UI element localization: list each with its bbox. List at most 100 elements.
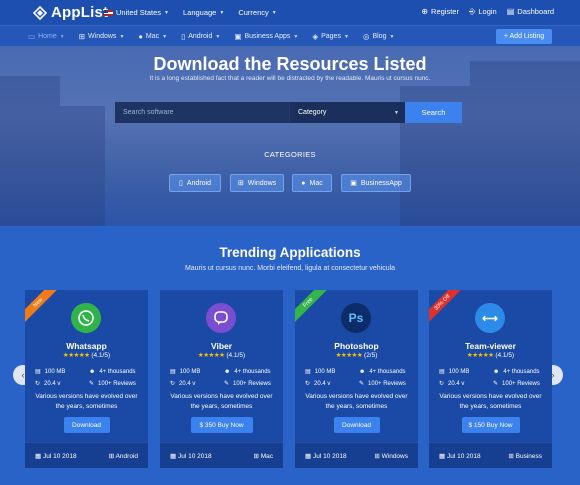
trending-subtitle: Mauris ut cursus nunc. Morbi eleifend, l… (184, 265, 396, 272)
disk-icon: ▤ (170, 369, 176, 375)
comment-icon: ✎ (359, 381, 365, 387)
apple-icon: ⊞ (253, 452, 259, 460)
reviews: ✎ 100+ Reviews (359, 380, 413, 388)
brand-name: AppList (51, 4, 109, 21)
search-button[interactable]: Search (405, 102, 462, 123)
viber-icon (206, 303, 236, 333)
app-name: Photoshop (334, 341, 379, 351)
users-count: ☻ 4+ thousands (493, 368, 547, 375)
category-label: Android (186, 179, 211, 187)
android-icon: ▯ (181, 32, 186, 41)
category-label: BusinessApp (360, 179, 402, 187)
nav-item-home[interactable]: ▭ Home ▼ (28, 32, 65, 41)
version-value: 20.4 v (179, 380, 196, 387)
category-android-button[interactable]: ▯ Android (169, 174, 221, 192)
category-mac-button[interactable]: ● Mac (292, 174, 332, 192)
nav-label: Android (188, 33, 213, 40)
reviews-value: 100+ Reviews (98, 380, 136, 387)
top-bar: AppList United States ▼ Language ▼ Curre… (0, 0, 580, 25)
category-windows-button[interactable]: ⊞ Windows (230, 174, 284, 192)
meta-row: ▤ 100 MB ☻ 4+ thousands (305, 368, 413, 376)
nav-item-android[interactable]: ▯ Android ▼ (181, 32, 220, 41)
release-date: ▦ Jul 10 2018 (305, 452, 347, 460)
app-rating: ★★★★★ (4.1/5) (160, 351, 283, 359)
nav-item-windows[interactable]: ⊞ Windows ▼ (79, 32, 125, 41)
currency-dropdown[interactable]: Currency ▼ (238, 8, 276, 17)
rating-value: (4.1/5) (495, 352, 515, 359)
app-name: Team-viewer (465, 341, 516, 351)
app-rating: ★★★★★ (4.1/5) (429, 351, 552, 359)
reviews: ✎ 100+ Reviews (493, 380, 547, 388)
comment-icon: ✎ (89, 381, 95, 387)
categories-title: CATEGORIES (264, 150, 316, 159)
category-businessapp-button[interactable]: ▣ BusinessApp (341, 174, 411, 192)
app-card[interactable]: 30% Off ⟷ Team-viewer ★★★★★ (4.1/5) ▤ 100… (429, 290, 552, 468)
windows-icon: ⊞ (374, 452, 380, 460)
rating-value: (4.1/5) (226, 352, 246, 359)
refresh-icon: ↻ (170, 381, 176, 387)
chevron-down-icon: ▼ (293, 33, 299, 40)
country-label: United States (116, 8, 162, 17)
app-description: Various versions have evolved over the y… (170, 393, 273, 410)
nav-label: Blog (372, 33, 387, 40)
card-action-button[interactable]: $ 350 Buy Now (190, 417, 253, 433)
card-action-button[interactable]: $ 150 Buy Now (461, 417, 520, 433)
login-icon: ⎆ (468, 7, 476, 16)
meta-row: ▤ 100 MB ☻ 4+ thousands (170, 368, 278, 376)
users-value: 4+ thousands (234, 368, 271, 375)
card-action-button[interactable]: Download (333, 417, 380, 433)
card-action-button[interactable]: Download (63, 417, 110, 433)
country-dropdown[interactable]: United States ▼ (104, 8, 169, 17)
nav-label: Business Apps (244, 33, 291, 40)
release-date: ▦ Jul 10 2018 (439, 452, 481, 460)
users-count: ☻ 4+ thousands (224, 368, 278, 375)
language-dropdown[interactable]: Language ▼ (183, 8, 224, 17)
reviews: ✎ 100+ Reviews (89, 380, 143, 388)
register-link[interactable]: ⊕ Register (421, 7, 459, 17)
reviews: ✎ 100+ Reviews (224, 380, 278, 388)
app-card[interactable]: Free Ps Photoshop ★★★★★ (2/5) ▤ 100 MB ☻ 4… (295, 290, 418, 468)
version: ↻ 20.4 v (170, 380, 224, 388)
category-label: Windows (247, 179, 277, 187)
nav-label: Windows (88, 33, 117, 40)
stars-icon: ★★★★★ (197, 352, 225, 359)
users-icon: ☻ (493, 368, 500, 375)
platform-value: Android (115, 452, 138, 460)
app-card[interactable]: New Whatsapp ★★★★★ (4.1/5) ▤ 100 MB ☻ 4+ t… (25, 290, 148, 468)
chevron-down-icon: ▼ (219, 9, 225, 16)
ribbon-badge: 30% Off (429, 290, 465, 325)
version: ↻ 20.4 v (35, 380, 89, 388)
stars-icon: ★★★★★ (466, 352, 494, 359)
users-count: ☻ 4+ thousands (89, 368, 143, 375)
login-link[interactable]: ⎆ Login (469, 7, 497, 17)
file-size-value: 100 MB (448, 368, 470, 375)
platform: ⊞ Windows (374, 452, 408, 460)
platform-value: Business (515, 452, 542, 460)
nav-item-business-apps[interactable]: ▣ Business Apps ▼ (234, 32, 298, 41)
chevron-down-icon: ▼ (394, 109, 399, 116)
add-listing-button[interactable]: + Add Listing (496, 29, 552, 44)
category-select[interactable]: Category ▼ (289, 102, 405, 123)
calendar-icon: ▦ (439, 452, 446, 460)
android-icon: ▯ (179, 180, 183, 187)
file-size-value: 100 MB (44, 368, 66, 375)
meta-row: ↻ 20.4 v ✎ 100+ Reviews (439, 380, 547, 388)
app-card[interactable]: Viber ★★★★★ (4.1/5) ▤ 100 MB ☻ 4+ thousand… (160, 290, 283, 468)
comment-icon: ✎ (224, 381, 230, 387)
nav-item-blog[interactable]: ◎ Blog ▼ (363, 32, 395, 41)
card-footer: ▦ Jul 10 2018 ⊞ Android (25, 442, 148, 468)
version-value: 20.4 v (314, 380, 331, 387)
nav-item-mac[interactable]: ● Mac ▼ (138, 32, 167, 41)
app-name: Viber (210, 341, 233, 351)
briefcase-icon: ▣ (234, 32, 242, 41)
dashboard-link[interactable]: ▤ Dashboard (507, 7, 554, 17)
file-size: ▤ 100 MB (305, 368, 359, 376)
refresh-icon: ↻ (305, 381, 311, 387)
users-value: 4+ thousands (503, 368, 540, 375)
search-input[interactable]: Search software (115, 102, 289, 123)
platform-value: Windows (381, 452, 408, 460)
logo[interactable]: AppList (33, 4, 108, 21)
meta-row: ▤ 100 MB ☻ 4+ thousands (35, 368, 143, 376)
reviews-value: 100+ Reviews (368, 380, 406, 387)
nav-item-pages[interactable]: ◈ Pages ▼ (312, 32, 349, 41)
